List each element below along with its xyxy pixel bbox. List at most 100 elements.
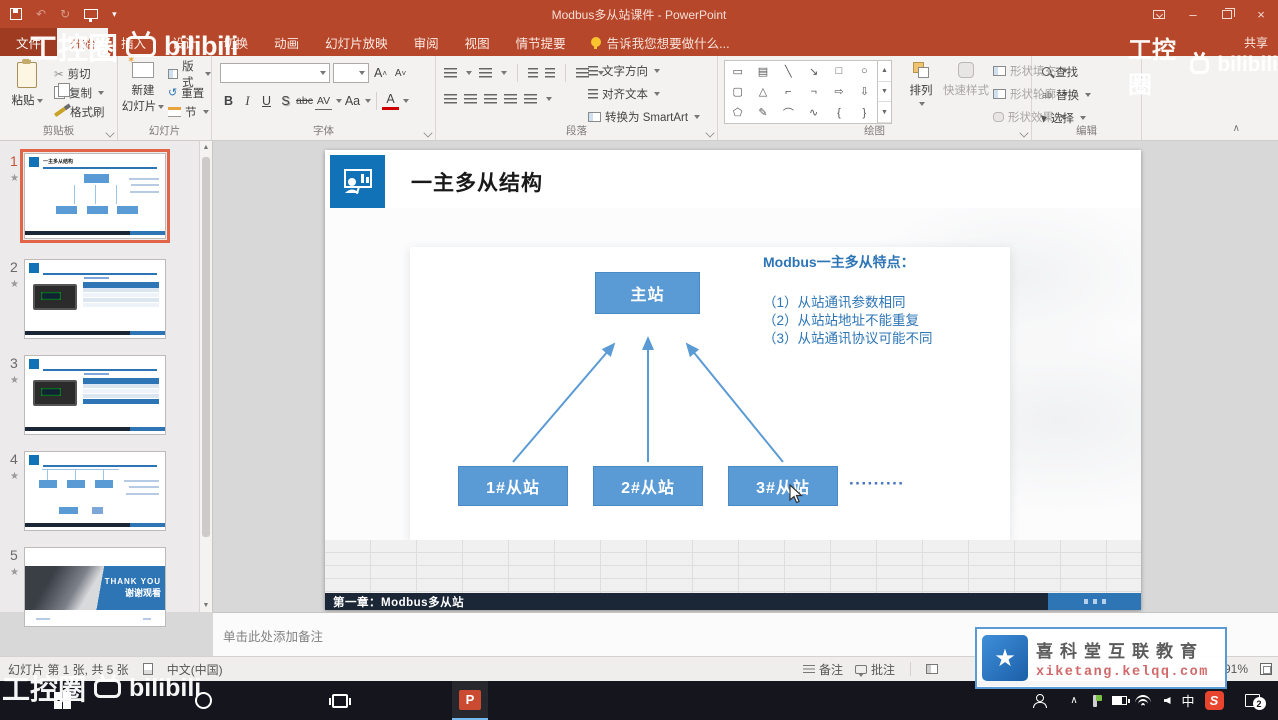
section-button[interactable]: 节: [168, 102, 211, 121]
shape-freeform-icon[interactable]: ✎: [750, 102, 775, 123]
shape-curve-icon[interactable]: ∿: [801, 102, 826, 123]
align-left-button[interactable]: [444, 94, 457, 104]
strikethrough-button[interactable]: abc: [296, 92, 313, 110]
shape-brace-right-icon[interactable]: }: [852, 102, 877, 123]
change-case-button[interactable]: Aa: [344, 92, 361, 110]
shape-elbow2-icon[interactable]: ¬: [801, 82, 826, 103]
shape-triangle-icon[interactable]: △: [750, 82, 775, 103]
share-button[interactable]: 共享: [1244, 28, 1268, 56]
taskbar-powerpoint-button[interactable]: P: [452, 681, 488, 720]
layout-button[interactable]: 版式: [168, 61, 211, 89]
cut-button[interactable]: ✂ 剪切: [54, 64, 105, 83]
align-center-button[interactable]: [464, 94, 477, 104]
language-indicator[interactable]: 中文(中国): [167, 661, 223, 678]
character-spacing-button[interactable]: AV: [315, 92, 332, 110]
ribbon-display-options-button[interactable]: [1142, 0, 1176, 28]
decrease-indent-button[interactable]: [528, 68, 538, 78]
tab-animations[interactable]: 动画: [261, 28, 312, 56]
slide-thumbnail-3[interactable]: [24, 355, 166, 435]
shape-elbow-icon[interactable]: ⌐: [776, 82, 801, 103]
maximize-button[interactable]: [1210, 0, 1244, 28]
tab-storyboard[interactable]: 情节提要: [503, 28, 579, 56]
slave1-box[interactable]: 1#从站: [458, 466, 568, 506]
columns-button[interactable]: [524, 94, 537, 104]
shape-rect-icon[interactable]: □: [826, 61, 851, 82]
font-name-select[interactable]: [220, 63, 330, 83]
collapse-ribbon-button[interactable]: ∧: [1233, 123, 1240, 134]
align-text-button[interactable]: 对齐文本: [588, 84, 700, 103]
shape-pentagon-icon[interactable]: ⬠: [725, 102, 750, 123]
shape-down-arrow-icon[interactable]: ⇩: [852, 82, 877, 103]
comments-toggle-button[interactable]: 批注: [854, 661, 895, 678]
tab-design[interactable]: 设计: [159, 28, 210, 56]
shapes-more[interactable]: ▼: [878, 102, 891, 124]
normal-view-button[interactable]: [925, 664, 938, 674]
shape-brace-left-icon[interactable]: {: [826, 102, 851, 123]
action-center-button[interactable]: 2: [1236, 681, 1268, 720]
shapes-gallery-scrollbar[interactable]: ▲ ▼ ▼: [877, 61, 891, 124]
italic-button[interactable]: I: [239, 92, 256, 110]
slide-title[interactable]: 一主多从结构: [411, 167, 543, 197]
shape-vtextbox-icon[interactable]: ▤: [750, 61, 775, 82]
notes-toggle-button[interactable]: 备注: [802, 661, 843, 678]
new-slide-button[interactable]: 新建 幻灯片: [120, 55, 166, 114]
shape-arc-icon[interactable]: ⌒: [776, 102, 801, 123]
numbering-button[interactable]: [479, 68, 492, 78]
shape-arrow-icon[interactable]: ↘: [801, 61, 826, 82]
bold-button[interactable]: B: [220, 92, 237, 110]
shapes-gallery[interactable]: ▭ ▤ ╲ ↘ □ ○ ▢ △ ⌐ ¬ ⇨ ⇩ ⬠ ✎ ⌒ ∿ {} ▲ ▼ …: [724, 60, 892, 124]
tab-slideshow[interactable]: 幻灯片放映: [312, 28, 401, 56]
task-view-button[interactable]: [322, 681, 358, 720]
reset-button[interactable]: ↺ 重置: [168, 83, 211, 102]
tab-transitions[interactable]: 切换: [210, 28, 261, 56]
tab-file[interactable]: 文件: [0, 28, 58, 56]
font-size-select[interactable]: [333, 63, 369, 83]
shape-right-arrow-icon[interactable]: ⇨: [826, 82, 851, 103]
align-right-button[interactable]: [484, 94, 497, 104]
features-textblock[interactable]: Modbus一主多从特点： （1）从站通讯参数相同 （2）从站站地址不能重复 （…: [763, 252, 1008, 348]
shrink-font-button[interactable]: A ˅: [392, 64, 409, 82]
shapes-scroll-up[interactable]: ▲: [878, 61, 891, 82]
fit-slide-button[interactable]: [1260, 663, 1272, 675]
slide-thumbnail-1[interactable]: 一主多从结构: [20, 149, 170, 243]
shape-line-icon[interactable]: ╲: [776, 61, 801, 82]
shape-oval-icon[interactable]: ○: [852, 61, 877, 82]
text-shadow-button[interactable]: S: [277, 92, 294, 110]
start-button[interactable]: [44, 681, 80, 720]
tab-view[interactable]: 视图: [452, 28, 503, 56]
find-button[interactable]: 查找: [1042, 62, 1091, 81]
copy-button[interactable]: 复制: [54, 83, 105, 102]
master-station-box[interactable]: 主站: [595, 272, 700, 314]
quick-styles-button[interactable]: 快速样式: [940, 60, 992, 98]
thumb-scroll-up[interactable]: ▲: [200, 144, 212, 151]
shape-textbox-icon[interactable]: ▭: [725, 61, 750, 82]
paste-button[interactable]: 粘贴: [4, 59, 50, 108]
tab-review[interactable]: 审阅: [401, 28, 452, 56]
arrange-button[interactable]: 排列: [898, 60, 944, 110]
minimize-button[interactable]: –: [1176, 0, 1210, 28]
underline-button[interactable]: U: [258, 92, 275, 110]
thumb-scroll-down[interactable]: ▼: [200, 602, 212, 609]
replace-button[interactable]: ab 替换: [1042, 85, 1092, 104]
slave3-box[interactable]: 3#从站: [728, 466, 838, 506]
slide-canvas[interactable]: 一主多从结构 主站 1#从站 2#从站 3#从站 ········· Modbu…: [325, 150, 1141, 610]
cortana-button[interactable]: [185, 681, 221, 720]
zoom-level[interactable]: 91%: [1224, 662, 1248, 676]
slide-thumbnail-5[interactable]: THANK YOU 谢谢观看: [24, 547, 166, 627]
close-button[interactable]: ×: [1244, 0, 1278, 28]
format-painter-button[interactable]: 格式刷: [53, 102, 105, 121]
text-direction-button[interactable]: 文字方向: [588, 61, 700, 80]
tell-me-box[interactable]: 告诉我您想要做什么...: [579, 28, 742, 56]
shapes-scroll-down[interactable]: ▼: [878, 82, 891, 103]
tab-insert[interactable]: 插入: [108, 28, 159, 56]
grow-font-button[interactable]: A ˄: [372, 64, 389, 82]
font-color-button[interactable]: A: [382, 92, 399, 110]
spellcheck-icon[interactable]: [142, 663, 153, 675]
tab-home[interactable]: 开始: [57, 28, 109, 56]
slide-thumbnail-2[interactable]: [24, 259, 166, 339]
bullets-button[interactable]: [444, 68, 457, 78]
slide-thumbnail-4[interactable]: [24, 451, 166, 531]
increase-indent-button[interactable]: [545, 68, 555, 78]
slave2-box[interactable]: 2#从站: [593, 466, 703, 506]
thumb-scroll-thumb[interactable]: [202, 157, 210, 537]
